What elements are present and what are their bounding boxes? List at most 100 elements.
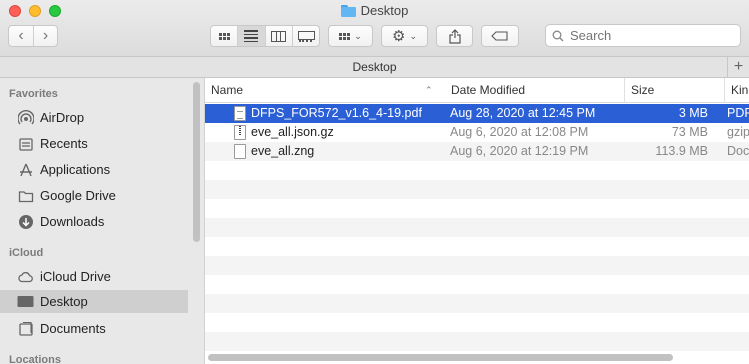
column-header: Name ⌃ Date Modified Size Kind bbox=[205, 78, 749, 103]
new-tab-button[interactable]: + bbox=[727, 57, 749, 77]
table-row[interactable]: DFPS_FOR572_v1.6_4-19.pdf Aug 28, 2020 a… bbox=[205, 104, 749, 123]
search-field[interactable] bbox=[545, 24, 741, 47]
empty-row bbox=[205, 256, 749, 275]
sort-ascending-icon: ⌃ bbox=[425, 85, 433, 95]
folder-icon bbox=[340, 4, 356, 17]
pdf-file-icon bbox=[234, 106, 246, 121]
tag-icon bbox=[491, 31, 508, 41]
empty-row bbox=[205, 180, 749, 199]
file-size: 113.9 MB bbox=[655, 144, 708, 158]
column-header-name[interactable]: Name bbox=[205, 78, 441, 103]
navigation-group: ‹ › bbox=[8, 25, 58, 47]
file-date: Aug 28, 2020 at 12:45 PM bbox=[450, 106, 596, 120]
chevron-down-icon: ⌄ bbox=[409, 30, 417, 41]
plus-icon: + bbox=[733, 58, 744, 75]
window-title: Desktop bbox=[0, 3, 749, 18]
action-button[interactable]: ⚙ ⌄ bbox=[381, 25, 428, 47]
horizontal-scrollbar[interactable] bbox=[208, 354, 673, 361]
sidebar-section-favorites: Favorites bbox=[9, 88, 58, 100]
sidebar-item-applications[interactable]: Applications bbox=[0, 158, 188, 181]
column-kind-label: Kind bbox=[731, 83, 749, 97]
sidebar-item-airdrop[interactable]: AirDrop bbox=[0, 106, 188, 129]
icon-view-icon bbox=[218, 32, 230, 40]
column-header-date[interactable]: Date Modified bbox=[445, 78, 624, 103]
path-bar-label: Desktop bbox=[352, 60, 397, 74]
file-list: Name ⌃ Date Modified Size Kind DFPS_FOR5… bbox=[205, 78, 749, 364]
file-size: 73 MB bbox=[671, 125, 708, 139]
sidebar-item-google-drive[interactable]: Google Drive bbox=[0, 184, 188, 207]
sidebar-item-label: iCloud Drive bbox=[40, 269, 111, 284]
sidebar-item-label: Applications bbox=[40, 162, 111, 177]
cloud-icon bbox=[17, 268, 34, 285]
sidebar-item-label: Downloads bbox=[40, 214, 105, 229]
empty-row bbox=[205, 313, 749, 332]
column-name-label: Name bbox=[211, 83, 244, 97]
downloads-icon bbox=[17, 213, 34, 230]
gallery-view-icon bbox=[298, 30, 316, 42]
sidebar-section-icloud: iCloud bbox=[9, 247, 44, 259]
empty-row bbox=[205, 161, 749, 180]
list-view-button[interactable] bbox=[237, 26, 265, 46]
gear-icon: ⚙ bbox=[392, 28, 406, 45]
sidebar-item-documents[interactable]: Documents bbox=[0, 317, 188, 340]
empty-row bbox=[205, 199, 749, 218]
chevron-right-icon: › bbox=[42, 27, 49, 44]
file-date: Aug 6, 2020 at 12:08 PM bbox=[450, 125, 589, 139]
file-name: DFPS_FOR572_v1.6_4-19.pdf bbox=[251, 106, 422, 120]
back-button[interactable]: ‹ bbox=[9, 26, 33, 46]
empty-row bbox=[205, 275, 749, 294]
forward-button[interactable]: › bbox=[33, 26, 57, 46]
archive-file-icon bbox=[234, 125, 246, 140]
sidebar-item-label: Documents bbox=[40, 321, 106, 336]
share-icon bbox=[448, 28, 461, 44]
sidebar-item-label: Google Drive bbox=[40, 188, 116, 203]
icon-view-button[interactable] bbox=[211, 26, 237, 46]
list-view-icon bbox=[244, 30, 259, 42]
search-icon bbox=[552, 30, 564, 41]
sidebar: Favorites AirDrop Recents Applications G… bbox=[0, 78, 205, 364]
tag-button[interactable] bbox=[481, 25, 519, 47]
empty-row bbox=[205, 218, 749, 237]
file-size: 3 MB bbox=[678, 106, 708, 120]
column-view-icon bbox=[271, 30, 287, 42]
file-name: eve_all.zng bbox=[251, 144, 315, 158]
file-kind: PDF bbox=[727, 106, 749, 120]
chevron-down-icon: ⌄ bbox=[354, 30, 362, 41]
file-name: eve_all.json.gz bbox=[251, 125, 334, 139]
group-icon bbox=[339, 32, 351, 40]
empty-row bbox=[205, 294, 749, 313]
sidebar-item-desktop[interactable]: Desktop bbox=[0, 290, 188, 313]
sidebar-item-recents[interactable]: Recents bbox=[0, 132, 188, 155]
table-row[interactable]: eve_all.json.gz Aug 6, 2020 at 12:08 PM … bbox=[205, 123, 749, 142]
share-button[interactable] bbox=[436, 25, 473, 47]
column-size-label: Size bbox=[631, 83, 655, 97]
sidebar-item-label: Desktop bbox=[40, 294, 88, 309]
sidebar-section-locations: Locations bbox=[9, 354, 61, 364]
desktop-icon bbox=[17, 293, 34, 310]
gallery-view-button[interactable] bbox=[291, 26, 319, 46]
empty-row bbox=[205, 332, 749, 351]
folder-icon bbox=[17, 187, 34, 204]
file-kind: gzip bbox=[727, 125, 749, 139]
recents-icon bbox=[17, 135, 34, 152]
sidebar-item-label: Recents bbox=[40, 136, 88, 151]
toolbar: Desktop ‹ › ⌄ ⚙ ⌄ bbox=[0, 0, 749, 56]
column-header-size[interactable]: Size bbox=[624, 78, 724, 103]
search-input[interactable] bbox=[570, 28, 730, 43]
applications-icon bbox=[17, 161, 34, 178]
chevron-left-icon: ‹ bbox=[18, 27, 24, 44]
column-date-label: Date Modified bbox=[451, 83, 526, 97]
table-row[interactable]: eve_all.zng Aug 6, 2020 at 12:19 PM 113.… bbox=[205, 142, 749, 161]
sidebar-item-icloud-drive[interactable]: iCloud Drive bbox=[0, 265, 188, 288]
group-by-button[interactable]: ⌄ bbox=[328, 25, 373, 47]
sidebar-item-label: AirDrop bbox=[40, 110, 85, 125]
empty-row bbox=[205, 237, 749, 256]
airdrop-icon bbox=[17, 109, 34, 126]
column-view-button[interactable] bbox=[264, 26, 292, 46]
sidebar-scrollbar[interactable] bbox=[193, 82, 200, 242]
path-bar: Desktop + bbox=[0, 56, 749, 78]
file-date: Aug 6, 2020 at 12:19 PM bbox=[450, 144, 589, 158]
sidebar-item-downloads[interactable]: Downloads bbox=[0, 210, 188, 233]
window-title-label: Desktop bbox=[360, 3, 409, 18]
column-header-kind[interactable]: Kind bbox=[724, 78, 749, 103]
